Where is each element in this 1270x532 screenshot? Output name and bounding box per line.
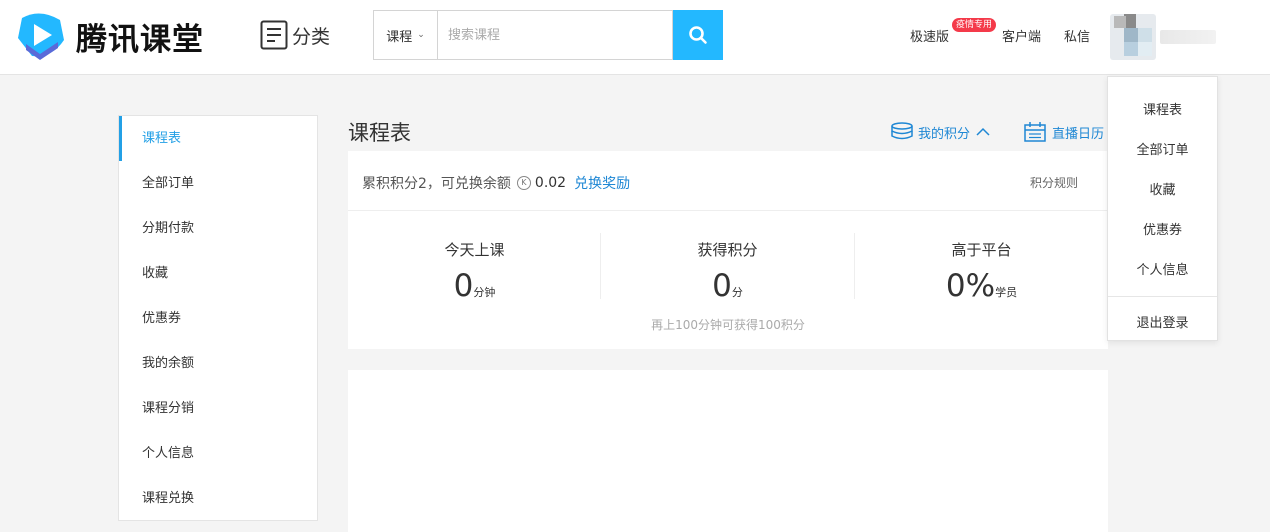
points-summary: 累积积分2，可兑换余额 K 0.02 兑换奖励 [362, 173, 630, 193]
list-icon [260, 20, 288, 50]
stat-value: 0% [945, 268, 996, 304]
search-button[interactable] [673, 10, 723, 60]
category-menu[interactable]: 分类 [260, 20, 330, 50]
stat-value: 0 [712, 268, 732, 304]
stat-above-platform: 高于平台 0%学员 [855, 239, 1108, 304]
my-points-label: 我的积分 [918, 126, 971, 142]
stat-label: 高于平台 [951, 241, 1012, 259]
stat-label: 今天上课 [444, 241, 505, 259]
logo[interactable]: 腾讯课堂 [12, 10, 204, 62]
schedule-panel [348, 370, 1108, 532]
sidebar-item-distribution[interactable]: 课程分销 [119, 386, 317, 431]
menu-item-favorites[interactable]: 收藏 [1108, 179, 1217, 198]
search-icon [689, 26, 707, 44]
live-calendar-label: 直播日历 [1052, 126, 1105, 142]
stat-label: 获得积分 [697, 241, 758, 259]
sidebar-item-schedule[interactable]: 课程表 [119, 116, 317, 161]
sidebar-item-redeem[interactable]: 课程兑换 [119, 476, 317, 521]
client-link[interactable]: 客户端 [1002, 26, 1041, 45]
search-input[interactable] [437, 10, 673, 60]
calendar-icon [1024, 122, 1046, 142]
points-card: 累积积分2，可兑换余额 K 0.02 兑换奖励 积分规则 今天上课 0分钟 获得… [348, 151, 1108, 349]
menu-item-schedule[interactable]: 课程表 [1108, 99, 1217, 118]
search-type-select[interactable]: 课程 ⌄ [373, 10, 437, 60]
redeem-link[interactable]: 兑换奖励 [574, 173, 630, 193]
stat-unit: 学员 [995, 286, 1018, 299]
messages-link[interactable]: 私信 [1064, 26, 1090, 45]
username-blurred [1160, 30, 1216, 44]
coins-stack-icon [891, 122, 913, 140]
stat-points-earned: 获得积分 0分 [601, 239, 854, 304]
points-summary-text: 累积积分2，可兑换余额 [362, 176, 511, 192]
sidebar-item-profile[interactable]: 个人信息 [119, 431, 317, 476]
top-header: 腾讯课堂 分类 课程 ⌄ 极速版 疫情专用 客户端 私信 [0, 0, 1270, 75]
search-bar: 课程 ⌄ [373, 10, 723, 60]
stat-today-class: 今天上课 0分钟 [348, 239, 601, 304]
page-title: 课程表 [348, 121, 411, 145]
logout-button[interactable]: 退出登录 [1108, 312, 1217, 331]
stat-value: 0 [453, 268, 474, 304]
balance-value: 0.02 [534, 175, 567, 191]
lite-version-link[interactable]: 极速版 [910, 26, 949, 45]
avatar-image [1110, 14, 1156, 60]
sidebar-item-installments[interactable]: 分期付款 [119, 206, 317, 251]
avatar[interactable] [1110, 14, 1156, 60]
sidebar-item-orders[interactable]: 全部订单 [119, 161, 317, 206]
stat-unit: 分钟 [473, 286, 496, 299]
menu-item-profile[interactable]: 个人信息 [1108, 259, 1217, 278]
user-dropdown-menu: 课程表 全部订单 收藏 优惠券 个人信息 退出登录 [1107, 76, 1218, 341]
sidebar-item-favorites[interactable]: 收藏 [119, 251, 317, 296]
sidebar: 课程表 全部订单 分期付款 收藏 优惠券 我的余额 课程分销 个人信息 课程兑换 [118, 115, 318, 521]
points-hint: 再上100分钟可获得100积分 [651, 318, 805, 332]
chevron-down-icon: ⌄ [417, 30, 425, 40]
sidebar-item-balance[interactable]: 我的余额 [119, 341, 317, 386]
menu-item-coupons[interactable]: 优惠券 [1108, 219, 1217, 238]
epidemic-badge: 疫情专用 [952, 18, 997, 32]
category-label: 分类 [292, 25, 331, 48]
menu-item-orders[interactable]: 全部订单 [1108, 139, 1217, 158]
chevron-up-icon [976, 127, 990, 136]
logo-play-icon [18, 13, 64, 60]
stat-unit: 分 [731, 286, 743, 299]
menu-divider [1108, 296, 1217, 297]
search-type-label: 课程 [386, 29, 413, 45]
coin-icon: K [516, 176, 531, 190]
points-summary-row: 累积积分2，可兑换余额 K 0.02 兑换奖励 积分规则 [348, 151, 1108, 211]
logo-text: 腾讯课堂 [76, 21, 204, 58]
points-rules-link[interactable]: 积分规则 [1030, 174, 1078, 191]
my-points-link[interactable]: 我的积分 [890, 122, 990, 142]
live-calendar-link[interactable]: 直播日历 [1024, 122, 1104, 142]
sidebar-item-coupons[interactable]: 优惠券 [119, 296, 317, 341]
